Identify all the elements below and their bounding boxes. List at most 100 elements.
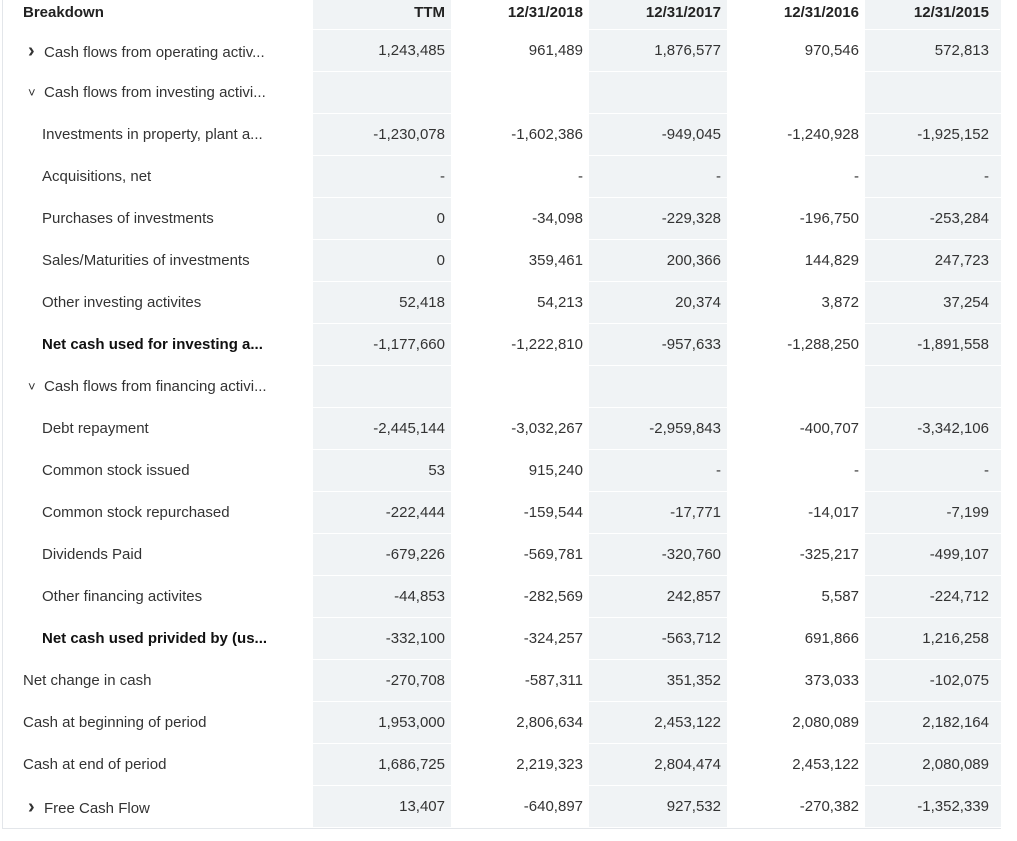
highlight-marker: Debt repayment: [42, 420, 149, 437]
table-row: Cash at end of period 1,686,725 2,219,323 2…: [3, 744, 1002, 786]
value-cell: -: [578, 168, 583, 185]
value-cell: -196,750: [799, 210, 859, 227]
value-cell: 3,872: [821, 294, 859, 311]
value-cell: -563,712: [661, 630, 721, 647]
value-cell: -: [984, 462, 989, 479]
table-row: Net cash used for investing a... -1,177,6…: [3, 324, 1002, 366]
value-cell: -: [854, 168, 859, 185]
value-cell: -44,853: [394, 588, 445, 605]
table-row[interactable]: › Cash flows from operating activ... 1,243…: [3, 30, 1002, 72]
value-cell: -640,897: [523, 798, 583, 815]
highlight-marker: Net cash used privided by (us...: [42, 630, 267, 647]
row-label[interactable]: ˅ Cash flows from financing activi...: [28, 366, 267, 408]
value-cell: [869, 366, 989, 408]
row-label: Purchases of investments: [42, 198, 214, 240]
table-row: Dividends Paid -679,226 -569,781 -320,760 -3…: [3, 534, 1002, 576]
value-cell: -949,045: [661, 126, 721, 143]
column-header[interactable]: 12/31/2017: [601, 0, 721, 26]
highlight-marker: Common stock repurchased: [42, 504, 230, 521]
value-cell: 0: [436, 210, 445, 227]
row-label: Sales/Maturities of investments: [42, 240, 250, 282]
row-label-text: Net cash used privided by (us...: [42, 630, 268, 647]
value-cell: -159,544: [523, 504, 583, 521]
row-label: Net cash used for investing a...: [42, 324, 263, 366]
highlight-marker: Investments in property, plant a...: [42, 126, 263, 143]
highlight-marker: Net cash used for investing a...: [42, 336, 263, 353]
row-label: Net change in cash: [23, 660, 151, 702]
row-label-text: Cash at beginning of period: [23, 714, 207, 731]
row-label[interactable]: › Free Cash Flow: [28, 786, 150, 828]
value-cell: -320,760: [661, 546, 721, 563]
row-label-text: Cash flows from operating activ...: [44, 44, 265, 61]
value-cell: 200,366: [666, 252, 721, 269]
value-cell: -270,382: [799, 798, 859, 815]
value-cell: -: [440, 168, 445, 185]
row-label: Other financing activites: [42, 576, 202, 618]
row-label-text: Net change in cash: [23, 672, 152, 689]
row-label-text: Cash flows from investing activi...: [44, 84, 266, 101]
value-cell: -229,328: [661, 210, 721, 227]
highlight-marker: Dividends Paid: [42, 546, 142, 563]
value-cell: 359,461: [528, 252, 583, 269]
column-header[interactable]: 12/31/2015: [869, 0, 989, 26]
value-cell: -270,708: [385, 672, 445, 689]
value-cell: [739, 366, 859, 408]
value-cell: 2,806,634: [516, 714, 583, 731]
value-cell: 144,829: [804, 252, 859, 269]
value-cell: 1,243,485: [378, 42, 445, 59]
value-cell: -224,712: [929, 588, 989, 605]
value-cell: -14,017: [808, 504, 859, 521]
table-header: Breakdown TTM 12/31/2018 12/31/2017 12/31/20…: [3, 0, 1002, 26]
value-cell: -102,075: [929, 672, 989, 689]
table-row[interactable]: ˅ Cash flows from financing activi...: [3, 366, 1002, 408]
value-cell: -957,633: [661, 336, 721, 353]
table-row[interactable]: › Free Cash Flow 13,407 -640,897 927,532 -270…: [3, 786, 1002, 828]
value-cell: 242,857: [666, 588, 721, 605]
value-cell: -2,959,843: [649, 420, 721, 437]
value-cell: 961,489: [528, 42, 583, 59]
row-label-text: Other financing activites: [42, 588, 203, 605]
row-label-text: Net cash used for investing a...: [42, 336, 263, 353]
row-label[interactable]: ˅ Cash flows from investing activi...: [28, 72, 266, 114]
value-cell: 2,219,323: [516, 756, 583, 773]
value-cell: -: [716, 462, 721, 479]
chevron-down-icon[interactable]: ˅: [28, 72, 44, 114]
value-cell: [739, 72, 859, 114]
value-cell: 2,080,089: [922, 756, 989, 773]
highlight-marker: Cash flows from operating activ...: [44, 44, 265, 61]
column-header[interactable]: TTM: [325, 0, 445, 26]
table-row: Sales/Maturities of investments 0 359,461 2…: [3, 240, 1002, 282]
column-header[interactable]: 12/31/2018: [463, 0, 583, 26]
row-label-text: Acquisitions, net: [42, 168, 152, 185]
row-label: Common stock issued: [42, 450, 190, 492]
value-cell: 915,240: [528, 462, 583, 479]
row-label[interactable]: › Cash flows from operating activ...: [28, 30, 265, 72]
chevron-down-icon[interactable]: ˅: [28, 366, 44, 408]
value-cell: [869, 72, 989, 114]
value-cell: -1,602,386: [511, 126, 583, 143]
value-cell: 53: [428, 462, 445, 479]
row-label: Other investing activites: [42, 282, 201, 324]
value-cell: -400,707: [799, 420, 859, 437]
value-cell: 2,453,122: [654, 714, 721, 731]
row-label-text: Dividends Paid: [42, 546, 143, 563]
row-label-text: Common stock issued: [42, 462, 190, 479]
value-cell: -3,342,106: [917, 420, 989, 437]
value-cell: -17,771: [670, 504, 721, 521]
row-label: Common stock repurchased: [42, 492, 230, 534]
value-cell: -: [716, 168, 721, 185]
value-cell: -7,199: [946, 504, 989, 521]
column-header[interactable]: 12/31/2016: [739, 0, 859, 26]
chevron-right-icon[interactable]: ›: [28, 786, 44, 828]
table-row: Common stock repurchased -222,444 -159,544…: [3, 492, 1002, 534]
table-row[interactable]: ˅ Cash flows from investing activi...: [3, 72, 1002, 114]
value-cell: 2,804,474: [654, 756, 721, 773]
value-cell: -1,925,152: [917, 126, 989, 143]
value-cell: 691,866: [804, 630, 859, 647]
value-cell: -332,100: [385, 630, 445, 647]
row-label: Debt repayment: [42, 408, 149, 450]
value-cell: 2,453,122: [792, 756, 859, 773]
row-label: Cash at beginning of period: [23, 702, 206, 744]
chevron-right-icon[interactable]: ›: [28, 30, 44, 72]
value-cell: -1,222,810: [511, 336, 583, 353]
